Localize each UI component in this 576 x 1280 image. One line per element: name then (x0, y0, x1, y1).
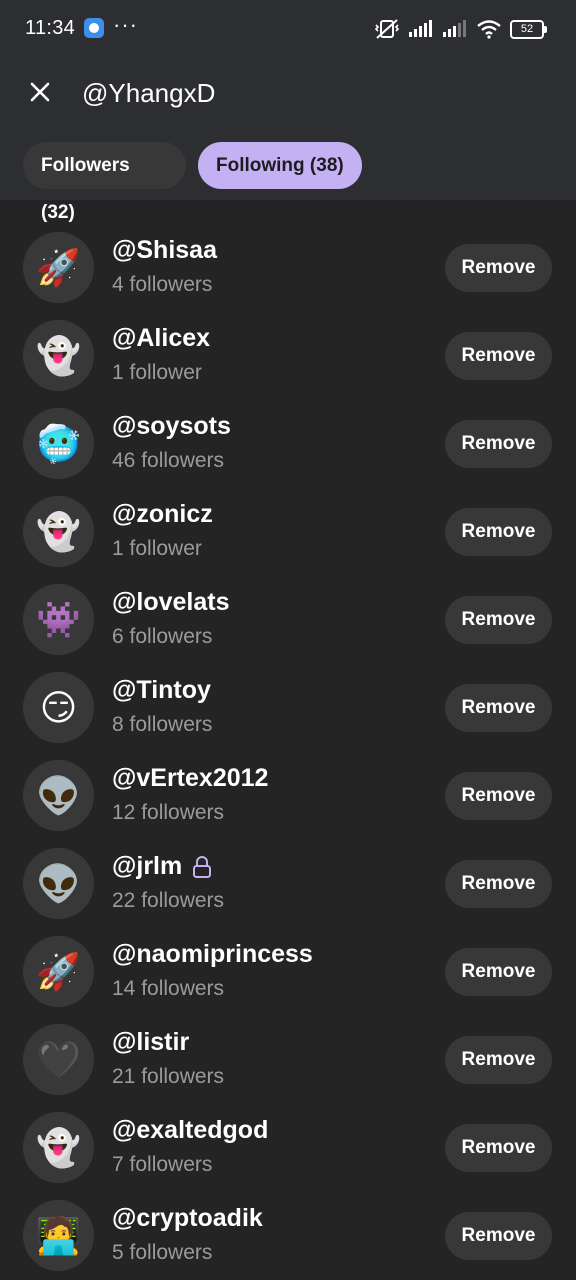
username[interactable]: @jrlm (112, 852, 182, 881)
remove-button[interactable]: Remove (445, 948, 552, 996)
username-container[interactable]: @zonicz (112, 500, 213, 529)
more-notifications-icon: ··· (113, 12, 138, 37)
remove-button[interactable]: Remove (445, 420, 552, 468)
username[interactable]: @listir (112, 1028, 189, 1057)
follower-count: 5 followers (112, 1241, 213, 1264)
list-item[interactable]: 👻 @zonicz 1 follower Remove (0, 488, 576, 576)
list-item[interactable]: 🧑‍💻 @cryptoadik 5 followers Remove (0, 1192, 576, 1280)
close-button[interactable] (22, 74, 58, 110)
status-bar: 11:34 ··· 52 (0, 0, 576, 58)
username[interactable]: @soysots (112, 412, 231, 441)
list-item[interactable]: 👻 @Alicex 1 follower Remove (0, 312, 576, 400)
status-time: 11:34 (25, 17, 76, 39)
follower-count: 1 follower (112, 537, 202, 560)
status-icons: 52 (374, 16, 547, 42)
list-item[interactable]: 👽 @vErtex2012 12 followers Remove (0, 752, 576, 840)
follower-count: 8 followers (112, 713, 213, 736)
signal-icon (409, 20, 432, 37)
following-list: 🚀 @Shisaa 4 followers Remove 👻 @Alicex 1 follo… (0, 224, 576, 1280)
username-container[interactable]: @cryptoadik (112, 1204, 263, 1233)
username-container[interactable]: @vErtex2012 (112, 764, 268, 793)
avatar[interactable]: 🖤 (23, 1024, 94, 1095)
username[interactable]: @vErtex2012 (112, 764, 268, 793)
username-container[interactable]: @lovelats (112, 588, 229, 617)
username[interactable]: @Alicex (112, 324, 210, 353)
username-container[interactable]: @Alicex (112, 324, 210, 353)
avatar[interactable]: 👻 (23, 496, 94, 567)
avatar[interactable]: 🚀 (23, 936, 94, 1007)
avatar[interactable]: 🥶 (23, 408, 94, 479)
username[interactable]: @naomiprincess (112, 940, 313, 969)
avatar[interactable]: 👽 (23, 848, 94, 919)
remove-button[interactable]: Remove (445, 596, 552, 644)
list-item[interactable]: 👾 @lovelats 6 followers Remove (0, 576, 576, 664)
tab-followers[interactable]: Followers (32) (23, 142, 186, 223)
username-container[interactable]: @soysots (112, 412, 231, 441)
follower-count: 4 followers (112, 273, 213, 296)
remove-button[interactable]: Remove (445, 244, 552, 292)
avatar[interactable]: 👾 (23, 584, 94, 655)
username-container[interactable]: @listir (112, 1028, 189, 1057)
avatar[interactable]: 👻 (23, 1112, 94, 1183)
list-item[interactable]: 🖤 @listir 21 followers Remove (0, 1016, 576, 1104)
remove-button[interactable]: Remove (445, 1124, 552, 1172)
avatar[interactable]: 🚀 (23, 232, 94, 303)
list-item[interactable]: 👻 @exaltedgod 7 followers Remove (0, 1104, 576, 1192)
follower-count: 7 followers (112, 1153, 213, 1176)
username-container[interactable]: @Tintoy (112, 676, 211, 705)
remove-button[interactable]: Remove (445, 772, 552, 820)
remove-button[interactable]: Remove (445, 860, 552, 908)
close-icon (30, 82, 50, 102)
remove-button[interactable]: Remove (445, 332, 552, 380)
follower-count: 12 followers (112, 801, 225, 824)
username[interactable]: @exaltedgod (112, 1116, 268, 1145)
username[interactable]: @zonicz (112, 500, 213, 529)
remove-button[interactable]: Remove (445, 1036, 552, 1084)
remove-button[interactable]: Remove (445, 1212, 552, 1260)
avatar[interactable]: 👽 (23, 760, 94, 831)
list-item[interactable]: 🚀 @Shisaa 4 followers Remove (0, 224, 576, 312)
avatar[interactable]: 😏 (23, 672, 94, 743)
username-container[interactable]: @naomiprincess (112, 940, 313, 969)
username[interactable]: @Shisaa (112, 236, 217, 265)
username[interactable]: @cryptoadik (112, 1204, 263, 1233)
username[interactable]: @Tintoy (112, 676, 211, 705)
tab-following[interactable]: Following (38) (198, 142, 362, 189)
username-container[interactable]: @jrlm (112, 852, 212, 881)
app-notification-icon (84, 18, 104, 38)
username-container[interactable]: @Shisaa (112, 236, 217, 265)
follower-count: 22 followers (112, 889, 225, 912)
remove-button[interactable]: Remove (445, 684, 552, 732)
avatar[interactable]: 🧑‍💻 (23, 1200, 94, 1271)
follower-count: 46 followers (112, 449, 225, 472)
list-item[interactable]: 👽 @jrlm 22 followers Remove (0, 840, 576, 928)
list-item[interactable]: 🥶 @soysots 46 followers Remove (0, 400, 576, 488)
follower-count: 14 followers (112, 977, 225, 1000)
signal-icon-2 (443, 20, 466, 37)
page-title: @YhangxD (82, 78, 216, 108)
follower-count: 6 followers (112, 625, 213, 648)
list-item[interactable]: 😏 @Tintoy 8 followers Remove (0, 664, 576, 752)
lock-icon (193, 855, 212, 878)
vibrate-off-icon (374, 19, 400, 39)
wifi-icon (477, 20, 501, 39)
follower-count: 21 followers (112, 1065, 225, 1088)
username[interactable]: @lovelats (112, 588, 229, 617)
remove-button[interactable]: Remove (445, 508, 552, 556)
list-item[interactable]: 🚀 @naomiprincess 14 followers Remove (0, 928, 576, 1016)
avatar[interactable]: 👻 (23, 320, 94, 391)
username-container[interactable]: @exaltedgod (112, 1116, 268, 1145)
follower-count: 1 follower (112, 361, 202, 384)
header-area: 11:34 ··· 52 @YhangxD Followers (32) Fol… (0, 0, 576, 223)
battery-icon: 52 (510, 19, 547, 39)
